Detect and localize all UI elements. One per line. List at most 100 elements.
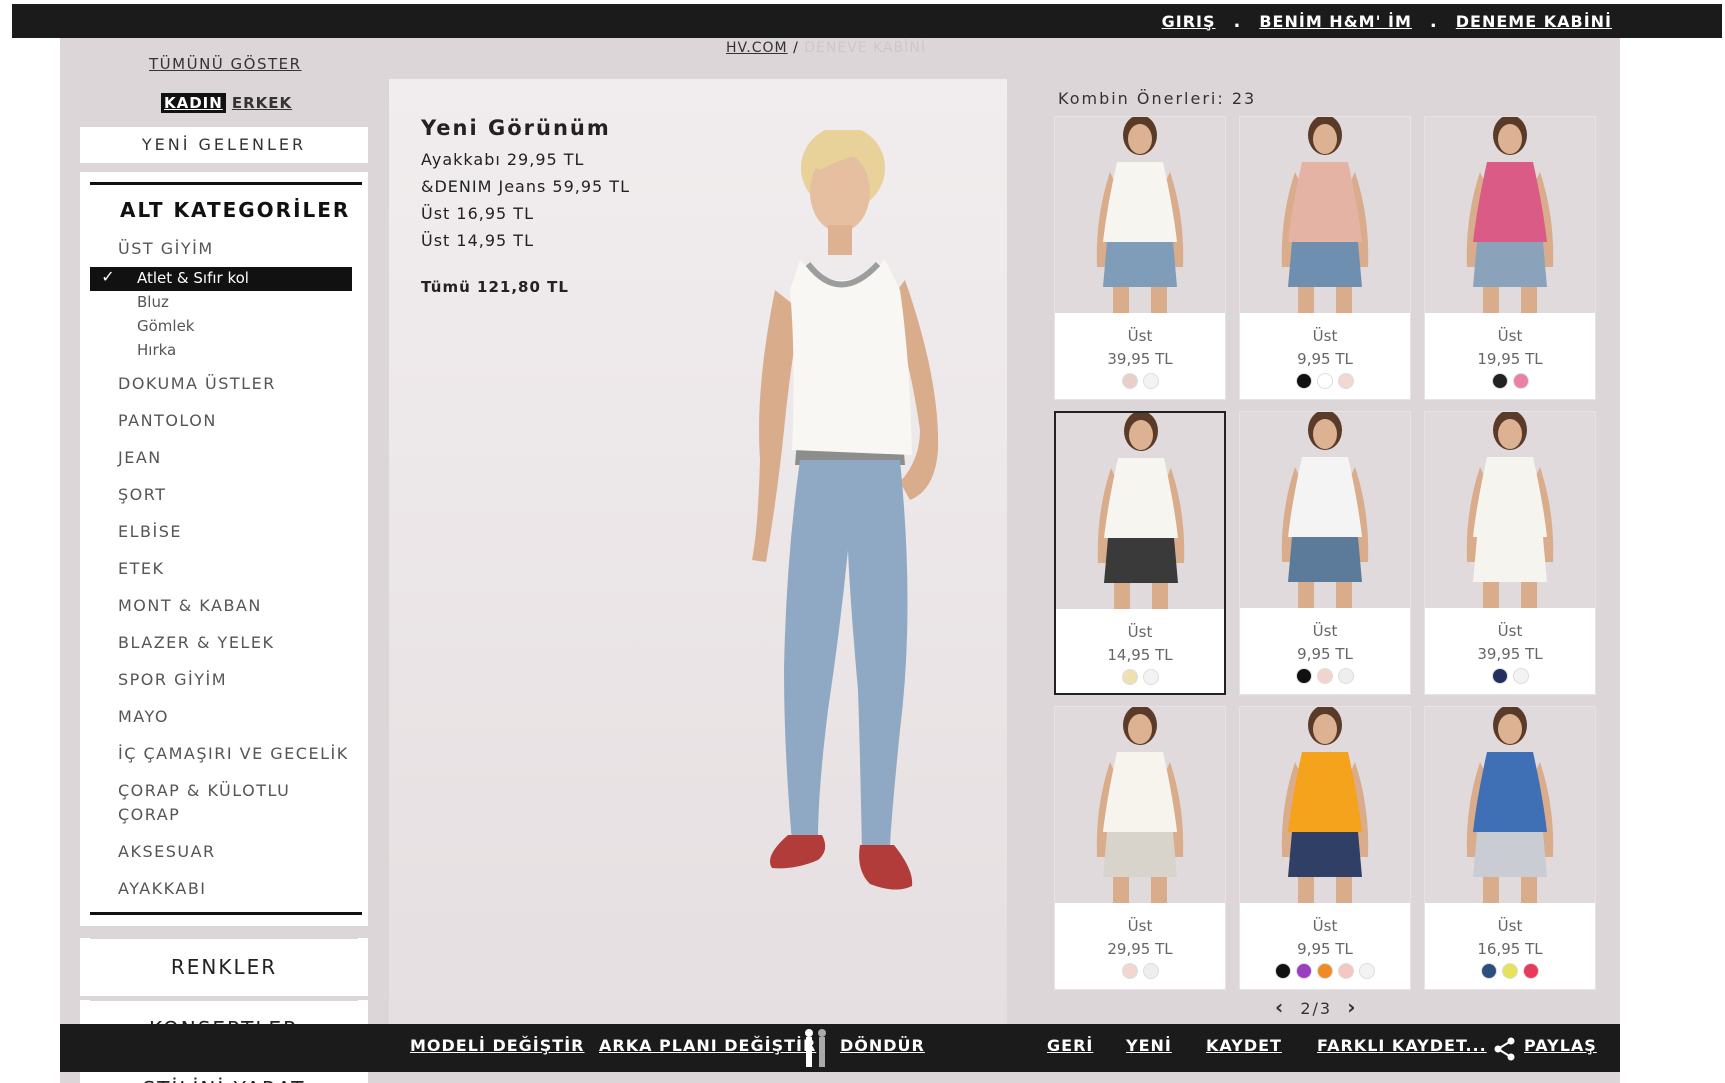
divider: [90, 1000, 358, 1001]
color-swatch[interactable]: [1296, 668, 1312, 684]
category-dokuma-ustler[interactable]: DOKUMA ÜSTLER: [118, 374, 276, 393]
product-model-figure: [1466, 412, 1554, 608]
color-swatches: [1425, 963, 1595, 979]
category-corap-line2: ÇORAP: [118, 805, 181, 824]
pager-label: 2/3: [1300, 999, 1333, 1018]
change-model-button[interactable]: MODELİ DEĞİŞTİR: [410, 1036, 584, 1055]
save-as-button[interactable]: FARKLI KAYDET...: [1317, 1036, 1487, 1055]
color-swatch[interactable]: [1317, 668, 1333, 684]
new-arrivals-button[interactable]: YENİ GELENLER: [80, 127, 368, 163]
look-item: &DENIM Jeans 59,95 TL: [421, 177, 630, 196]
category-blazer-yelek[interactable]: BLAZER & YELEK: [118, 633, 274, 652]
subcategory-atlet-selected[interactable]: ✓ Atlet & Sıfır kol: [90, 267, 352, 291]
category-sort[interactable]: ŞORT: [118, 485, 166, 504]
product-photo: [1425, 117, 1595, 313]
product-name: Üst: [1127, 917, 1153, 935]
color-swatches: [1240, 668, 1410, 684]
product-photo: [1056, 413, 1224, 609]
category-etek[interactable]: ETEK: [118, 559, 164, 578]
color-swatch[interactable]: [1142, 963, 1159, 979]
login-link[interactable]: GIRIŞ: [1162, 12, 1216, 31]
product-photo: [1425, 707, 1595, 903]
product-name: Üst: [1312, 622, 1338, 640]
show-all-link[interactable]: TÜMÜNÜ GÖSTER: [149, 55, 302, 73]
category-ayakkabi[interactable]: AYAKKABI: [118, 879, 207, 898]
product-price: 29,95 TL: [1107, 940, 1173, 958]
color-swatch[interactable]: [1338, 373, 1354, 389]
model-figure[interactable]: [700, 130, 1020, 990]
product-card[interactable]: Üst 39,95 TL: [1054, 116, 1226, 400]
color-swatch[interactable]: [1512, 668, 1529, 684]
color-swatch[interactable]: [1491, 373, 1508, 389]
product-name: Üst: [1312, 327, 1338, 345]
category-corap[interactable]: ÇORAP & KÜLOTLU ÇORAP: [118, 781, 290, 824]
category-mont-kaban[interactable]: MONT & KABAN: [118, 596, 262, 615]
top-bar: GIRIŞ . BENİM H&M' İM . DENEME KABİNİ: [12, 4, 1722, 38]
color-swatch[interactable]: [1338, 668, 1354, 684]
women-tab[interactable]: KADIN: [161, 93, 226, 113]
change-background-button[interactable]: ARKA PLANI DEĞİŞTİR: [599, 1036, 816, 1055]
color-swatch[interactable]: [1491, 668, 1508, 684]
rotate-button[interactable]: DÖNDÜR: [840, 1036, 925, 1055]
color-swatch[interactable]: [1317, 963, 1333, 979]
product-card[interactable]: Üst 9,95 TL: [1239, 116, 1411, 400]
color-swatch[interactable]: [1502, 963, 1518, 979]
color-swatch[interactable]: [1523, 963, 1539, 979]
subcategory-gomlek[interactable]: Gömlek: [137, 317, 195, 335]
product-card[interactable]: Üst 39,95 TL: [1424, 411, 1596, 695]
category-jean[interactable]: JEAN: [118, 448, 162, 467]
breadcrumb-home-link[interactable]: HV.COM: [726, 40, 788, 56]
product-card[interactable]: Üst 9,95 TL: [1239, 411, 1411, 695]
nav-separator: .: [1429, 10, 1438, 32]
product-card[interactable]: Üst 29,95 TL: [1054, 706, 1226, 990]
breadcrumb-current: DENEVE KABİNİ: [804, 40, 926, 56]
breadcrumb: HV.COM / DENEVE KABİNİ: [726, 40, 926, 56]
category-ic-camasiri[interactable]: İÇ ÇAMAŞIRI VE GECELİK: [118, 744, 349, 763]
color-swatch[interactable]: [1142, 669, 1159, 685]
product-card[interactable]: Üst 14,95 TL: [1054, 411, 1226, 695]
product-card[interactable]: Üst 19,95 TL: [1424, 116, 1596, 400]
color-swatch[interactable]: [1121, 963, 1138, 979]
category-pantolon[interactable]: PANTOLON: [118, 411, 217, 430]
product-card[interactable]: Üst 16,95 TL: [1424, 706, 1596, 990]
category-mayo[interactable]: MAYO: [118, 707, 169, 726]
category-aksesuar[interactable]: AKSESUAR: [118, 842, 216, 861]
color-swatch[interactable]: [1512, 373, 1529, 389]
color-swatch[interactable]: [1296, 963, 1312, 979]
top-nav: GIRIŞ . BENİM H&M' İM . DENEME KABİNİ: [1162, 4, 1612, 38]
category-spor-giyim[interactable]: SPOR GİYİM: [118, 670, 227, 689]
color-swatch[interactable]: [1359, 963, 1375, 979]
new-button[interactable]: YENİ: [1126, 1036, 1172, 1055]
subcategory-hirka[interactable]: Hırka: [137, 341, 176, 359]
pager-prev-icon[interactable]: ‹: [1275, 995, 1285, 1019]
product-card[interactable]: Üst 9,95 TL: [1239, 706, 1411, 990]
product-price: 16,95 TL: [1477, 940, 1543, 958]
product-model-figure: [1281, 412, 1369, 608]
color-swatch[interactable]: [1275, 963, 1291, 979]
fitting-room-link[interactable]: DENEME KABİNİ: [1456, 12, 1612, 31]
back-button[interactable]: GERİ: [1047, 1036, 1093, 1055]
product-name: Üst: [1127, 327, 1153, 345]
color-swatch[interactable]: [1121, 373, 1138, 389]
pager-next-icon[interactable]: ›: [1347, 995, 1357, 1019]
color-swatch[interactable]: [1121, 669, 1138, 685]
subcategory-bluz[interactable]: Bluz: [137, 293, 169, 311]
color-swatch[interactable]: [1142, 373, 1159, 389]
men-tab[interactable]: ERKEK: [232, 93, 292, 113]
save-button[interactable]: KAYDET: [1206, 1036, 1282, 1055]
color-swatch[interactable]: [1317, 373, 1333, 389]
share-button[interactable]: PAYLAŞ: [1524, 1036, 1597, 1055]
divider: [90, 938, 358, 939]
breadcrumb-separator: /: [787, 40, 805, 56]
divider: [90, 182, 362, 185]
color-swatches: [1425, 373, 1595, 389]
my-hm-link[interactable]: BENİM H&M' İM: [1259, 12, 1412, 31]
color-swatch[interactable]: [1338, 963, 1354, 979]
color-swatch[interactable]: [1296, 373, 1312, 389]
look-title: Yeni Görünüm: [421, 116, 611, 140]
colors-button[interactable]: RENKLER: [80, 938, 368, 996]
color-swatch[interactable]: [1481, 963, 1497, 979]
category-ust-giyim[interactable]: ÜST GİYİM: [118, 239, 214, 258]
category-elbise[interactable]: ELBİSE: [118, 522, 182, 541]
color-swatches: [1055, 373, 1225, 389]
